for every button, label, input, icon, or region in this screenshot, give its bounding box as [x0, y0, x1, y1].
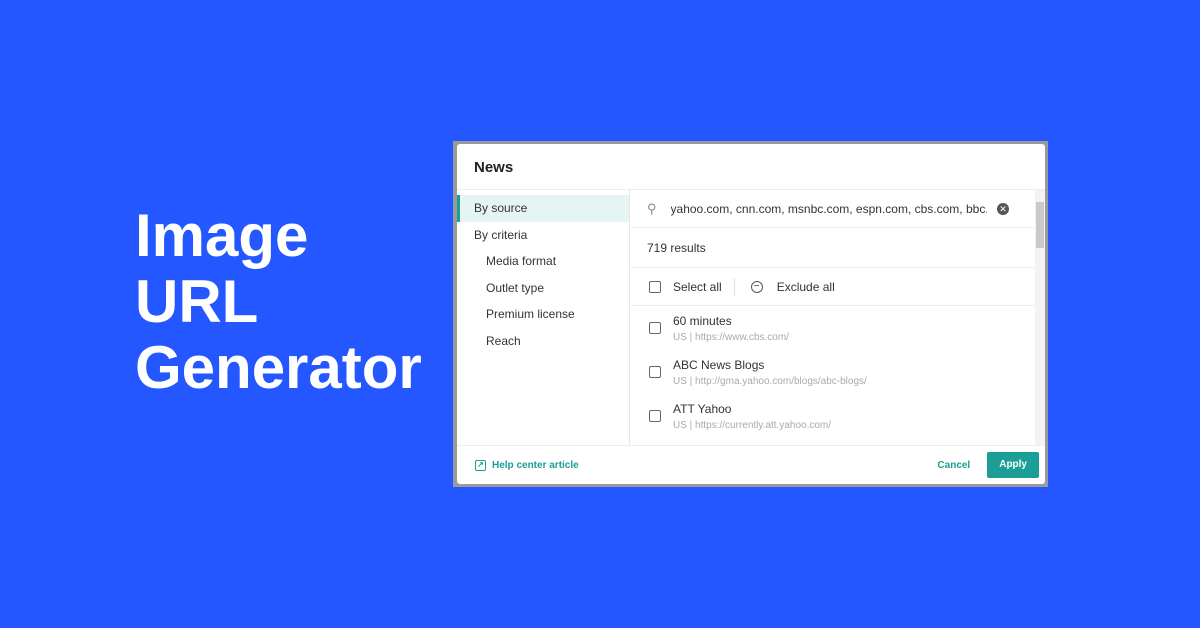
scrollbar[interactable]	[1035, 190, 1045, 445]
search-input[interactable]: yahoo.com, cnn.com, msnbc.com, espn.com,…	[671, 202, 987, 216]
external-link-icon: ↗	[475, 459, 486, 471]
bulk-actions: Select all − Exclude all	[631, 268, 1045, 306]
select-all-checkbox[interactable]	[649, 280, 661, 293]
select-all-label[interactable]: Select all	[673, 280, 722, 294]
apply-button[interactable]: Apply	[987, 452, 1039, 478]
dialog-title: News	[457, 144, 1045, 190]
exclude-all-button[interactable]: Exclude all	[777, 280, 835, 294]
sidebar-item-media-format[interactable]: Media format	[457, 248, 629, 275]
minus-circle-icon[interactable]: −	[750, 280, 763, 293]
item-url: US | http://gma.yahoo.com/blogs/abc-blog…	[673, 375, 867, 387]
headline: Image URL Generator	[135, 203, 422, 401]
sidebar-item-by-criteria[interactable]: By criteria	[457, 222, 629, 249]
search-icon: ⚲	[647, 200, 657, 216]
headline-line: URL	[135, 268, 259, 335]
help-link-label[interactable]: Help center article	[492, 460, 579, 471]
headline-line: Generator	[135, 334, 422, 401]
divider	[733, 277, 735, 296]
sidebar-item-outlet-type[interactable]: Outlet type	[457, 275, 629, 302]
item-name: 60 minutes	[673, 313, 732, 328]
item-url: US | https://www.cbs.com/	[673, 331, 789, 343]
scrollbar-thumb[interactable]	[1036, 202, 1044, 248]
headline-line: Image	[135, 202, 309, 269]
item-name: ATT Yahoo	[673, 401, 732, 416]
sidebar-item-by-source[interactable]: By source	[457, 195, 629, 222]
list-item[interactable]: 60 minutes US | https://www.cbs.com/	[631, 306, 1045, 350]
clear-icon[interactable]: ✕	[997, 202, 1009, 215]
item-url: US | https://currently.att.yahoo.com/	[673, 419, 832, 431]
cancel-button[interactable]: Cancel	[937, 460, 970, 471]
list-item[interactable]: ATT Yahoo US | https://currently.att.yaho…	[631, 394, 1045, 438]
news-dialog: News By source By criteria Media format …	[457, 144, 1045, 484]
item-checkbox[interactable]	[649, 410, 661, 422]
results-count: 719 results	[631, 228, 1045, 268]
sidebar: By source By criteria Media format Outle…	[457, 190, 630, 445]
sidebar-item-premium-license[interactable]: Premium license	[457, 301, 629, 328]
search-field[interactable]: ⚲ yahoo.com, cnn.com, msnbc.com, espn.co…	[631, 190, 1045, 228]
dialog-footer: ↗ Help center article Cancel Apply	[457, 445, 1045, 484]
list-item[interactable]: ABC News Blogs US | http://gma.yahoo.com/…	[631, 350, 1045, 394]
sidebar-item-reach[interactable]: Reach	[457, 328, 629, 355]
item-name: ABC News Blogs	[673, 357, 765, 372]
source-panel: ⚲ yahoo.com, cnn.com, msnbc.com, espn.co…	[631, 190, 1045, 445]
item-checkbox[interactable]	[649, 366, 661, 378]
item-checkbox[interactable]	[649, 322, 661, 334]
help-center-link[interactable]: ↗ Help center article	[475, 459, 937, 471]
